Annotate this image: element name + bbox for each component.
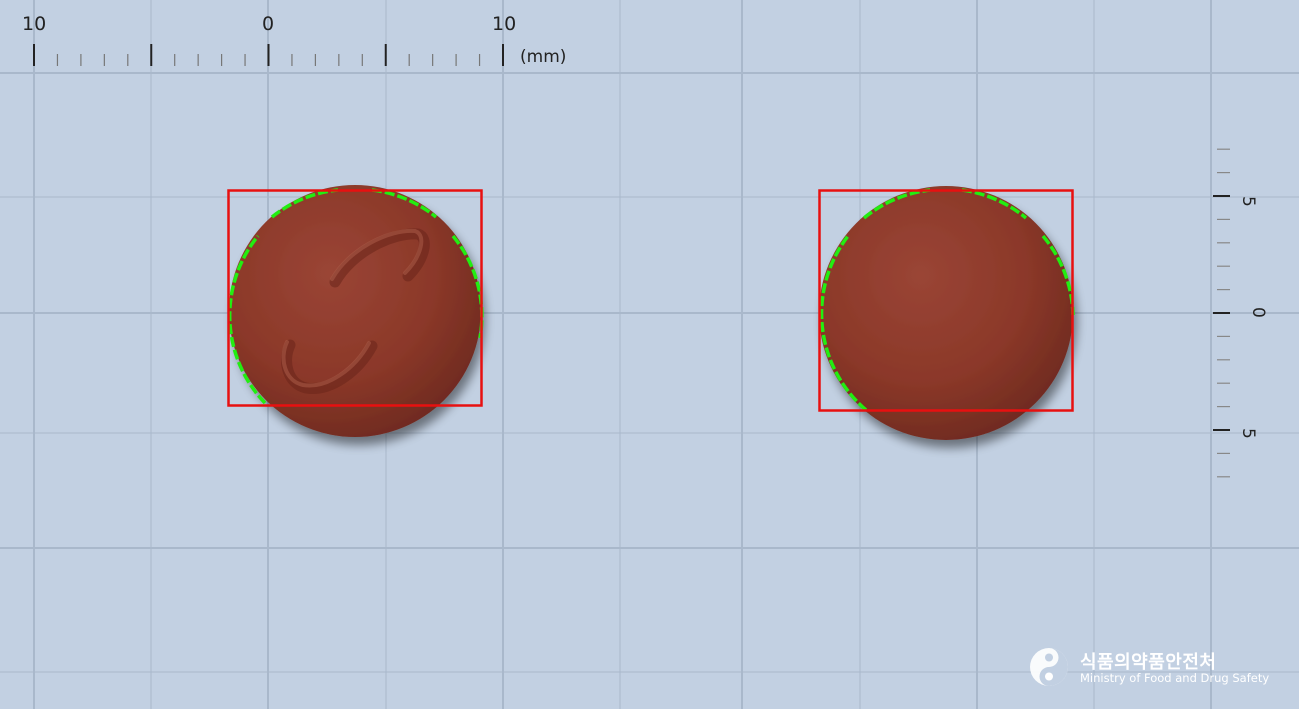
- top-ruler-label-left: 10: [22, 13, 46, 35]
- top-ruler-label-zero: 0: [262, 13, 274, 35]
- top-ruler-unit: (mm): [520, 47, 566, 67]
- side-ruler-label-zero: 0: [1248, 307, 1268, 318]
- pill-front-body: [229, 185, 481, 437]
- side-ruler-label-bottom: 5: [1238, 428, 1258, 439]
- side-ruler-label-top: 5: [1238, 196, 1258, 207]
- mfds-emblem-icon: [1030, 648, 1068, 686]
- measurement-scene: 10 0 10 (mm) 5 0 5: [0, 0, 1299, 709]
- pill-front: [227, 185, 484, 437]
- mfds-name-english: Ministry of Food and Drug Safety: [1080, 671, 1270, 685]
- top-ruler-label-right: 10: [492, 13, 516, 35]
- top-ruler: 10 0 10 (mm): [22, 13, 566, 67]
- pill-back: [818, 186, 1075, 440]
- pill-back-body: [819, 186, 1073, 440]
- background-grid: [0, 0, 1299, 709]
- mfds-watermark: 식품의약품안전처 Ministry of Food and Drug Safet…: [1028, 646, 1270, 690]
